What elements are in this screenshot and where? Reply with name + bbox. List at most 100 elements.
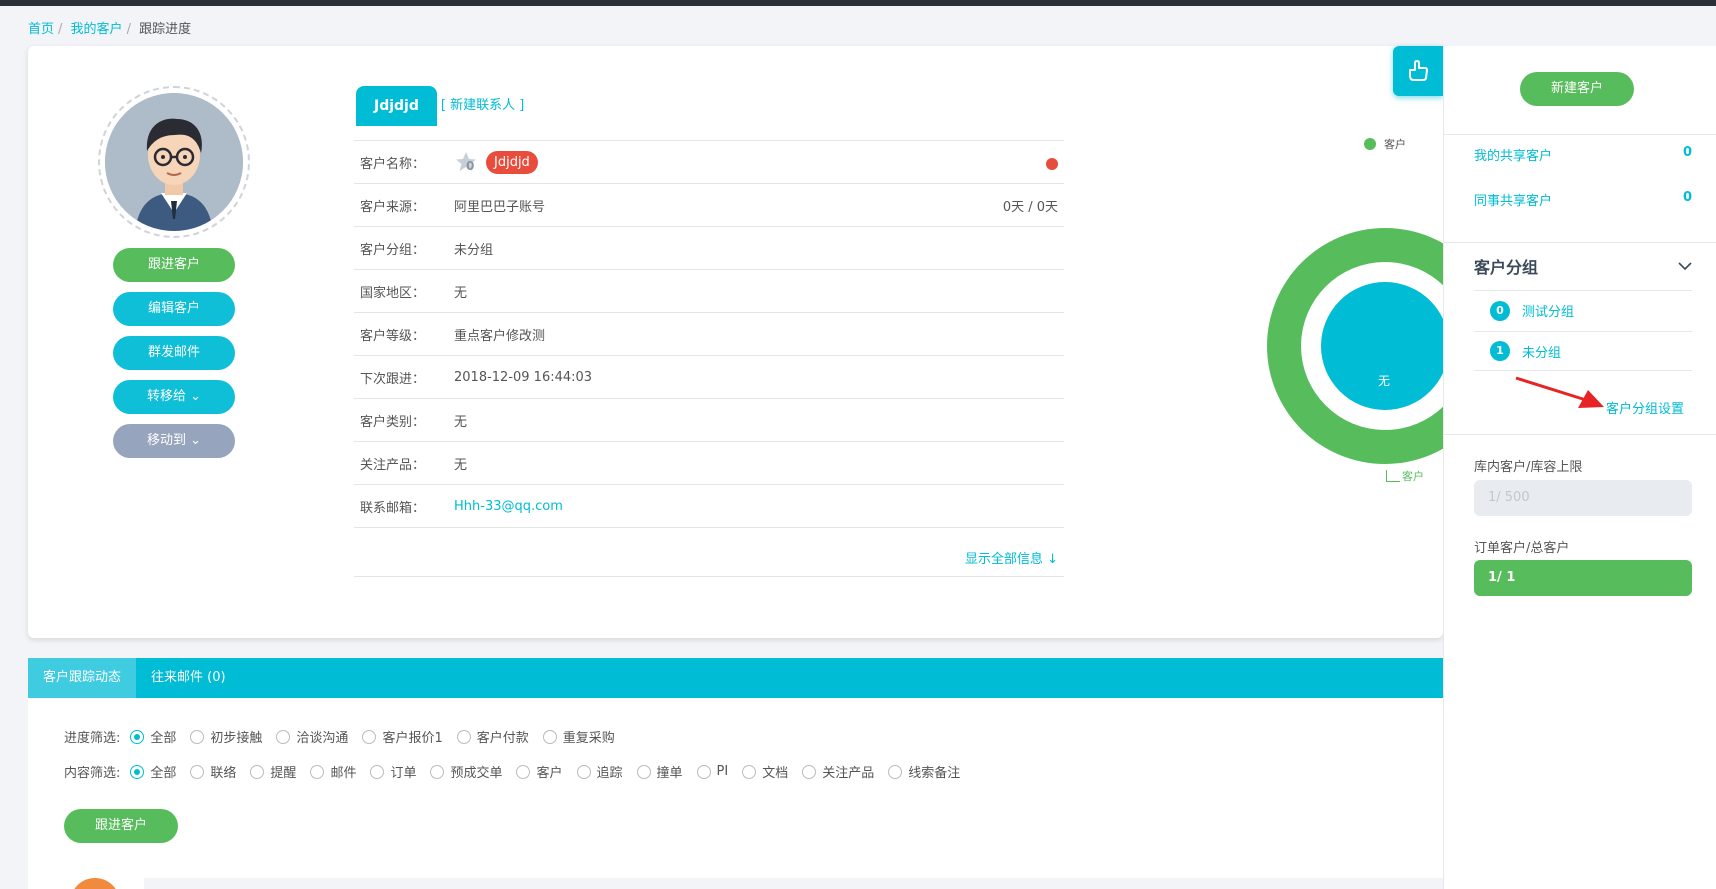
- progress-option[interactable]: 重复采购: [542, 727, 615, 746]
- star-icon[interactable]: 0: [454, 150, 478, 174]
- capacity-label: 库内客户/库容上限: [1474, 460, 1583, 475]
- progress-option[interactable]: 客户报价1: [362, 727, 443, 746]
- radio-button[interactable]: [276, 729, 291, 744]
- tab-customer-tracking[interactable]: 客户跟踪动态: [28, 658, 137, 698]
- breadcrumb-my-customers[interactable]: 我的客户: [71, 22, 123, 37]
- new-customer-button[interactable]: 新建客户: [1520, 72, 1634, 106]
- radio-button[interactable]: [802, 764, 817, 779]
- group-name: 测试分组: [1522, 305, 1575, 320]
- content-option-label: 提醒: [270, 766, 297, 781]
- radio-button[interactable]: [696, 764, 711, 779]
- radio-button[interactable]: [636, 764, 651, 779]
- radio-button[interactable]: [130, 729, 145, 744]
- content-option[interactable]: 邮件: [310, 762, 356, 781]
- chevron-down-icon: ⌄: [190, 389, 202, 404]
- tab-contact[interactable]: Jdjdjd: [356, 86, 437, 126]
- breadcrumb-home[interactable]: 首页: [28, 22, 54, 37]
- content-option-label: PI: [716, 764, 729, 779]
- mass-mail-button[interactable]: 群发邮件: [113, 336, 235, 370]
- level-value: 重点客户修改测: [454, 328, 546, 344]
- my-shared-count: 0: [1682, 145, 1692, 160]
- info-row-email: 联系邮箱： Hhh-33@qq.com: [354, 485, 1064, 528]
- breadcrumb-separator: /: [58, 22, 63, 37]
- product-value: 无: [454, 457, 468, 473]
- new-contact-link[interactable]: [ 新建联系人 ]: [441, 86, 524, 126]
- content-option[interactable]: 追踪: [576, 762, 623, 781]
- progress-option[interactable]: 初步接触: [190, 727, 262, 746]
- content-option[interactable]: 撞单: [636, 762, 683, 781]
- order-customers-bar: 1/ 1: [1474, 560, 1692, 596]
- colleague-shared-customers[interactable]: 同事共享客户 0: [1474, 190, 1692, 209]
- transfer-button[interactable]: 转移给 ⌄: [113, 380, 235, 414]
- customer-group-header[interactable]: 客户分组: [1474, 254, 1692, 278]
- follow-customer-button[interactable]: 跟进客户: [113, 248, 235, 282]
- content-option[interactable]: 关注产品: [802, 762, 874, 781]
- radio-button[interactable]: [130, 764, 145, 779]
- source-value: 阿里巴巴子账号: [454, 199, 546, 215]
- tracking-follow-button[interactable]: 跟进客户: [64, 809, 178, 843]
- content-option[interactable]: 全部: [130, 762, 176, 781]
- info-row-level: 客户等级： 重点客户修改测: [354, 313, 1064, 356]
- content-option[interactable]: 联络: [190, 762, 236, 781]
- show-all-info-link[interactable]: 显示全部信息 ↓: [354, 548, 1064, 567]
- tab-emails[interactable]: 往来邮件 (0): [136, 658, 241, 698]
- radio-button[interactable]: [430, 764, 445, 779]
- edit-customer-button[interactable]: 编辑客户: [113, 292, 235, 326]
- chart-legend: 客户: [1364, 136, 1406, 152]
- divider: [1444, 242, 1716, 243]
- progress-option[interactable]: 洽谈沟通: [276, 727, 348, 746]
- content-option[interactable]: 预成交单: [430, 762, 502, 781]
- radio-button[interactable]: [742, 764, 757, 779]
- contact-tabs: Jdjdjd[ 新建联系人 ]: [356, 86, 524, 126]
- radio-button[interactable]: [190, 764, 205, 779]
- top-bar: [0, 0, 1716, 6]
- customer-name-value: 0 Jdjdjd: [454, 150, 538, 174]
- radio-button[interactable]: [310, 764, 325, 779]
- colleague-shared-label: 同事共享客户: [1474, 194, 1553, 209]
- content-option[interactable]: 订单: [370, 762, 416, 781]
- radio-button[interactable]: [456, 729, 471, 744]
- progress-option-label: 客户报价1: [382, 731, 443, 746]
- divider: [1444, 134, 1716, 135]
- group-settings-link[interactable]: 客户分组设置: [1606, 398, 1684, 417]
- group-item[interactable]: 1 未分组: [1474, 331, 1692, 371]
- group-value: 未分组: [454, 242, 494, 258]
- content-option[interactable]: 文档: [742, 762, 788, 781]
- activity-item: [144, 878, 1443, 889]
- my-shared-customers[interactable]: 我的共享客户 0: [1474, 145, 1692, 164]
- content-option-label: 预成交单: [450, 766, 503, 781]
- radio-button[interactable]: [542, 729, 557, 744]
- content-option[interactable]: 线索备注: [888, 762, 960, 781]
- radio-button[interactable]: [250, 764, 265, 779]
- progress-option[interactable]: 客户付款: [456, 727, 529, 746]
- info-table: 客户名称： 0 Jdjdjd 客户来源： 阿里巴巴子账号 0天 / 0天 客户分…: [354, 140, 1064, 528]
- radio-button[interactable]: [362, 729, 377, 744]
- radio-button[interactable]: [516, 764, 531, 779]
- avatar-frame: [98, 86, 250, 238]
- category-value: 无: [454, 414, 468, 430]
- info-row-category: 客户类别： 无: [354, 399, 1064, 442]
- next-follow-label: 下次跟进：: [360, 371, 426, 387]
- progress-filter: 进度筛选: 全部 初步接触 洽谈沟通 客户报价1 客户付款 重复采购: [64, 727, 629, 746]
- content-option[interactable]: 客户: [516, 762, 563, 781]
- radio-button[interactable]: [370, 764, 385, 779]
- group-count: 0: [1490, 300, 1510, 321]
- radio-button[interactable]: [888, 764, 903, 779]
- radio-button[interactable]: [190, 729, 205, 744]
- email-link[interactable]: Hhh-33@qq.com: [454, 499, 563, 514]
- info-row-source: 客户来源： 阿里巴巴子账号 0天 / 0天: [354, 184, 1064, 227]
- days-value: 0天 / 0天: [1002, 199, 1058, 215]
- content-option-label: 关注产品: [822, 766, 875, 781]
- content-option[interactable]: 提醒: [250, 762, 296, 781]
- avatar-illustration: [105, 93, 243, 231]
- content-option[interactable]: PI: [696, 764, 729, 779]
- radio-button[interactable]: [576, 764, 591, 779]
- level-label: 客户等级：: [360, 328, 426, 344]
- progress-option-label: 全部: [150, 731, 177, 746]
- thumbs-up-button[interactable]: [1393, 46, 1443, 96]
- content-filter: 内容筛选: 全部 联络 提醒 邮件 订单 预成交单 客户 追踪 撞单 PI 文档…: [64, 762, 974, 781]
- progress-option[interactable]: 全部: [130, 727, 176, 746]
- group-item[interactable]: 0 测试分组: [1474, 290, 1692, 330]
- move-to-button[interactable]: 移动到 ⌄: [113, 424, 235, 458]
- order-customers-label: 订单客户/总客户: [1474, 541, 1570, 556]
